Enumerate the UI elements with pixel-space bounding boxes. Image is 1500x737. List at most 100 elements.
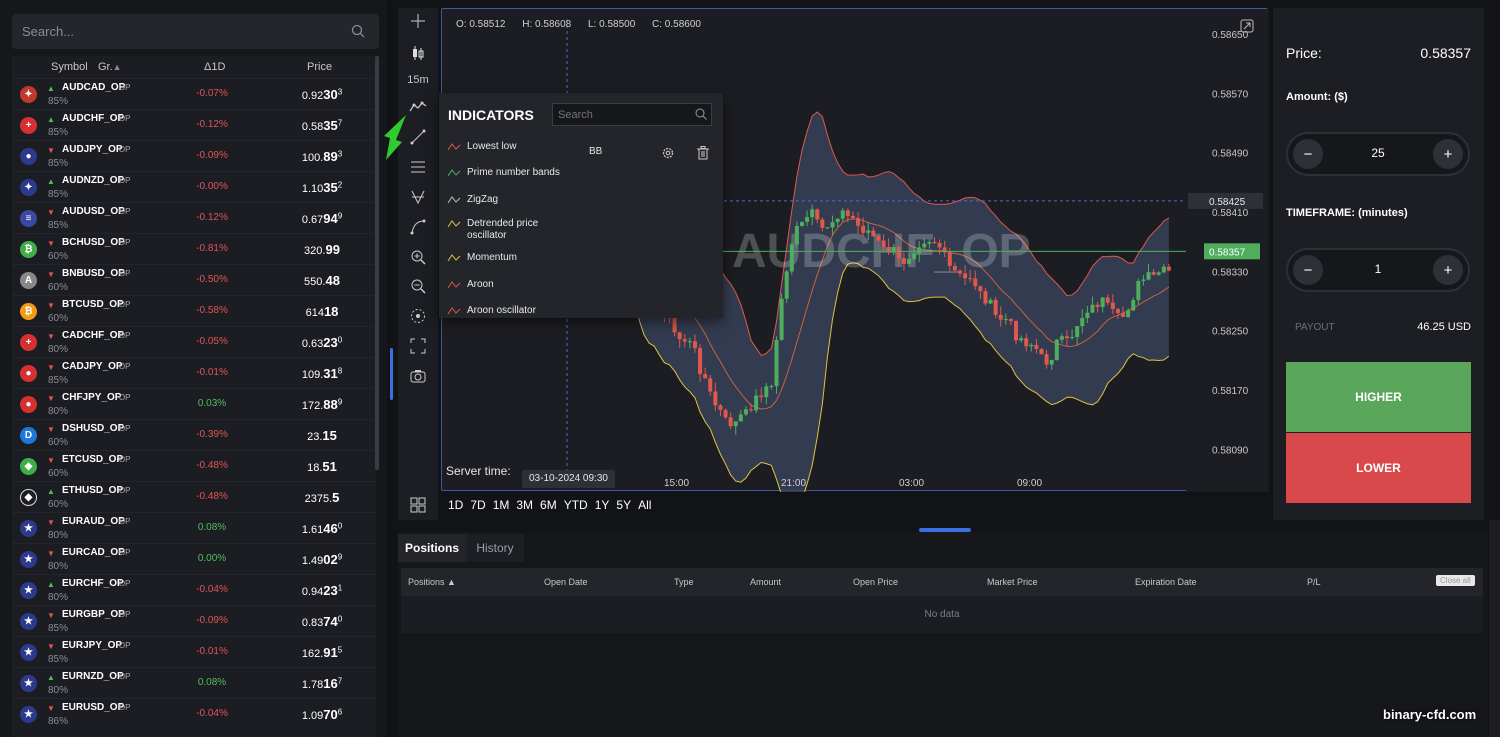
symbol-row[interactable]: ★ ▼ EURGBP_OP OP 85% -0.09% 0.83740 bbox=[12, 605, 376, 636]
higher-button[interactable]: HIGHER bbox=[1286, 362, 1471, 432]
daily-change: 0.00% bbox=[197, 553, 227, 564]
zoom-out-icon[interactable] bbox=[406, 275, 430, 297]
pattern-icon[interactable] bbox=[406, 186, 430, 208]
symbol-row[interactable]: ★ ▲ EURNZD_OP OP 80% 0.08% 1.78167 bbox=[12, 667, 376, 698]
indicators-search-input[interactable] bbox=[552, 103, 712, 126]
direction-arrow-icon: ▲ bbox=[47, 115, 55, 124]
range-1d-button[interactable]: 1D bbox=[448, 498, 463, 512]
currency-flag-icon: ● bbox=[20, 148, 37, 165]
layout-grid-icon[interactable] bbox=[406, 494, 430, 516]
range-all-button[interactable]: All bbox=[638, 498, 651, 512]
gear-icon[interactable] bbox=[661, 146, 675, 160]
active-indicator-bb[interactable]: BB bbox=[589, 146, 602, 157]
symbol-name: CADJPY_OP bbox=[62, 361, 123, 372]
symbol-row[interactable]: ◆ ▲ ETHUSD_OP OP 60% -0.48% 2375.5 bbox=[12, 481, 376, 512]
symbol-search-input[interactable] bbox=[12, 14, 379, 49]
candle-body bbox=[947, 252, 952, 266]
symbol-price: 109.318 bbox=[301, 366, 343, 381]
column-expiration-date[interactable]: Expiration Date bbox=[1135, 577, 1197, 587]
candle-body bbox=[927, 242, 932, 244]
symbol-row[interactable]: ★ ▲ EURCHF_OP OP 80% -0.04% 0.94231 bbox=[12, 574, 376, 605]
candle-body bbox=[764, 386, 769, 398]
lower-button[interactable]: LOWER bbox=[1286, 433, 1471, 503]
range-1y-button[interactable]: 1Y bbox=[595, 498, 610, 512]
direction-arrow-icon: ▼ bbox=[47, 363, 55, 372]
column-change[interactable]: Δ1D bbox=[204, 61, 225, 73]
amount-plus-button[interactable]: + bbox=[1433, 139, 1463, 169]
column-price[interactable]: Price bbox=[307, 61, 332, 73]
range-ytd-button[interactable]: YTD bbox=[564, 498, 588, 512]
symbol-tag: OP bbox=[118, 331, 131, 340]
tab-positions[interactable]: Positions bbox=[398, 534, 466, 562]
timeframe-plus-button[interactable]: + bbox=[1433, 255, 1463, 285]
positions-table-header: Positions ▲ Open Date Type Amount Open P… bbox=[401, 568, 1483, 596]
symbol-tag: OP bbox=[118, 393, 131, 402]
amount-minus-button[interactable]: − bbox=[1293, 139, 1323, 169]
symbol-name: EURGBP_OP bbox=[62, 609, 125, 620]
symbol-row[interactable]: ● ▼ CADJPY_OP OP 85% -0.01% 109.318 bbox=[12, 357, 376, 388]
symbol-row[interactable]: ★ ▼ EURCAD_OP OP 80% 0.00% 1.49029 bbox=[12, 543, 376, 574]
column-amount[interactable]: Amount bbox=[750, 577, 781, 587]
panel-resize-handle[interactable] bbox=[390, 348, 393, 400]
range-6m-button[interactable]: 6M bbox=[540, 498, 557, 512]
amount-input[interactable]: 25 bbox=[1328, 146, 1428, 160]
range-3m-button[interactable]: 3M bbox=[516, 498, 533, 512]
symbol-row[interactable]: ★ ▼ EURAUD_OP OP 80% 0.08% 1.61460 bbox=[12, 512, 376, 543]
symbol-row[interactable]: ● ▼ AUDJPY_OP OP 85% -0.09% 100.893 bbox=[12, 140, 376, 171]
column-market-price[interactable]: Market Price bbox=[987, 577, 1038, 587]
column-open-price[interactable]: Open Price bbox=[853, 577, 898, 587]
column-pl[interactable]: P/L bbox=[1307, 577, 1321, 587]
candles-icon[interactable] bbox=[406, 42, 430, 64]
search-icon[interactable] bbox=[351, 24, 365, 38]
symbol-payout: 85% bbox=[48, 623, 69, 634]
column-open-date[interactable]: Open Date bbox=[544, 577, 588, 587]
column-positions[interactable]: Positions ▲ bbox=[408, 577, 456, 587]
symbol-row[interactable]: ● ▼ CHFJPY_OP OP 80% 0.03% 172.889 bbox=[12, 388, 376, 419]
symbol-row[interactable]: ◆ ▼ ETCUSD_OP OP 60% -0.48% 18.51 bbox=[12, 450, 376, 481]
range-7d-button[interactable]: 7D bbox=[470, 498, 485, 512]
camera-icon[interactable] bbox=[406, 365, 430, 387]
symbol-row[interactable]: + ▼ CADCHF_OP OP 80% -0.05% 0.63230 bbox=[12, 326, 376, 357]
symbol-row[interactable]: ₿ ▼ BCHUSD_OP OP 60% -0.81% 320.99 bbox=[12, 233, 376, 264]
crosshair-icon[interactable] bbox=[406, 10, 430, 32]
current-price-label: 0.58357 bbox=[1209, 247, 1246, 258]
server-time-label: Server time: bbox=[446, 464, 511, 478]
candle-body bbox=[713, 391, 718, 406]
symbol-row[interactable]: A ▼ BNBUSD_OP OP 60% -0.50% 550.48 bbox=[12, 264, 376, 295]
curve-icon[interactable] bbox=[406, 216, 430, 238]
trash-icon[interactable] bbox=[697, 146, 709, 160]
symbol-row[interactable]: ≡ ▼ AUDUSD_OP OP 85% -0.12% 0.67949 bbox=[12, 202, 376, 233]
zoom-in-icon[interactable] bbox=[406, 246, 430, 268]
column-type[interactable]: Type bbox=[674, 577, 694, 587]
timeframe-input[interactable]: 1 bbox=[1328, 262, 1428, 276]
candle-body bbox=[718, 405, 723, 410]
column-group[interactable]: Gr.▲ bbox=[98, 61, 122, 73]
candle-body bbox=[881, 240, 886, 248]
daily-change: 0.08% bbox=[197, 677, 227, 688]
column-symbol[interactable]: Symbol bbox=[51, 61, 88, 73]
tab-history[interactable]: History bbox=[466, 534, 524, 562]
symbol-row[interactable]: ★ ▼ EURUSD_OP OP 86% -0.04% 1.09706 bbox=[12, 698, 376, 729]
candle-body bbox=[957, 270, 962, 274]
reset-view-icon[interactable] bbox=[406, 305, 430, 327]
symbol-row[interactable]: + ▲ AUDCHF_OP OP 85% -0.12% 0.58357 bbox=[12, 109, 376, 140]
expand-chart-icon[interactable] bbox=[1240, 19, 1254, 33]
close-all-button[interactable]: Close all bbox=[1436, 575, 1475, 586]
fullscreen-icon[interactable] bbox=[406, 335, 430, 357]
candle-body bbox=[774, 339, 779, 386]
timeframe-minus-button[interactable]: − bbox=[1293, 255, 1323, 285]
symbol-row[interactable]: ★ ▼ EURJPY_OP OP 85% -0.01% 162.915 bbox=[12, 636, 376, 667]
candle-body bbox=[1100, 297, 1105, 307]
site-watermark: binary-cfd.com bbox=[1383, 707, 1477, 722]
price-label: Price: bbox=[1286, 45, 1322, 61]
daily-change: -0.50% bbox=[196, 274, 228, 285]
symbol-row[interactable]: ✦ ▲ AUDNZD_OP OP 85% -0.00% 1.10352 bbox=[12, 171, 376, 202]
search-icon[interactable] bbox=[695, 108, 707, 120]
symbol-row[interactable]: ✦ ▲ AUDCAD_OP OP 85% -0.07% 0.92303 bbox=[12, 78, 376, 109]
right-scroll-track[interactable] bbox=[1489, 520, 1500, 737]
range-1m-button[interactable]: 1M bbox=[493, 498, 510, 512]
symbol-row[interactable]: D ▼ DSHUSD_OP OP 60% -0.39% 23.15 bbox=[12, 419, 376, 450]
range-5y-button[interactable]: 5Y bbox=[616, 498, 631, 512]
timeframe-selector[interactable]: 15m bbox=[406, 69, 430, 91]
symbol-row[interactable]: ₿ ▼ BTCUSD_OP OP 60% -0.58% 61418 bbox=[12, 295, 376, 326]
